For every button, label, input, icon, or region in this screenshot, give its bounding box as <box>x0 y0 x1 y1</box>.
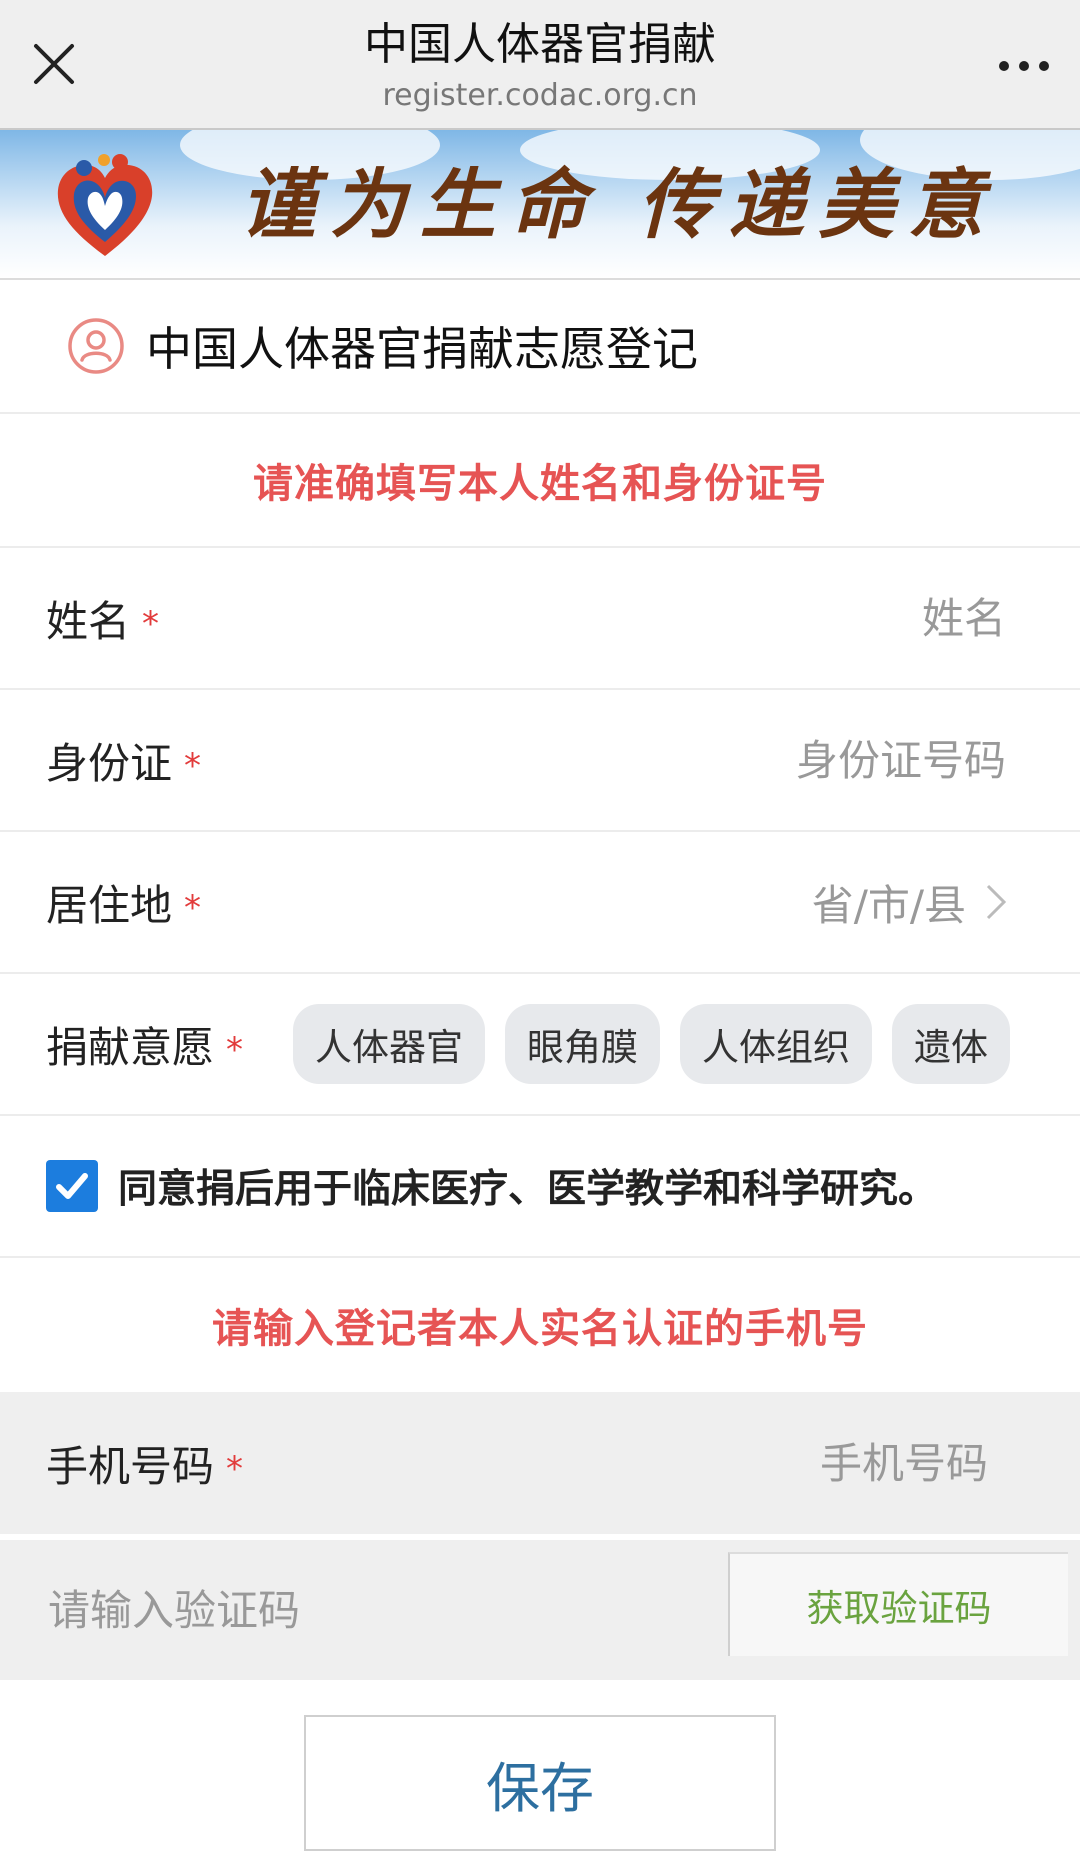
phone-notice: 请输入登记者本人实名认证的手机号 <box>212 1306 868 1352</box>
checkmark-icon <box>56 1173 88 1199</box>
phone-label: 手机号码 * <box>46 1441 244 1491</box>
banner: 谨为生命 传递美意 <box>0 130 1080 280</box>
id-card-input[interactable] <box>201 734 1008 786</box>
option-body-chip[interactable]: 遗体 <box>892 1004 1010 1084</box>
get-code-button[interactable]: 获取验证码 <box>728 1552 1068 1656</box>
option-cornea-chip[interactable]: 眼角膜 <box>505 1004 660 1084</box>
agreement-checkbox[interactable] <box>46 1160 98 1212</box>
registration-header: 中国人体器官捐献志愿登记 <box>0 280 1080 414</box>
codac-logo-icon <box>52 152 158 262</box>
verification-code-row: 获取验证码 <box>0 1540 1080 1680</box>
phone-row: 手机号码 * <box>0 1392 1080 1534</box>
residence-row[interactable]: 居住地 * 省/市/县 <box>0 832 1080 974</box>
option-tissue-chip[interactable]: 人体组织 <box>680 1004 872 1084</box>
page-url: register.codac.org.cn <box>382 78 698 113</box>
donation-options: 人体器官 眼角膜 人体组织 遗体 <box>293 1004 1010 1084</box>
save-area: 保存 <box>0 1680 1080 1855</box>
registration-title: 中国人体器官捐献志愿登记 <box>146 322 698 376</box>
agreement-text: 同意捐后用于临床医疗、医学教学和科学研究。 <box>118 1167 938 1212</box>
option-organs-chip[interactable]: 人体器官 <box>293 1004 485 1084</box>
user-icon <box>68 318 124 374</box>
verification-code-input[interactable] <box>46 1584 700 1636</box>
name-row: 姓名 * <box>0 548 1080 690</box>
more-options-icon[interactable] <box>992 48 1056 84</box>
id-card-row: 身份证 * <box>0 690 1080 832</box>
id-notice: 请准确填写本人姓名和身份证号 <box>0 414 1080 548</box>
top-bar: 中国人体器官捐献 register.codac.org.cn <box>0 0 1080 130</box>
name-input[interactable] <box>159 592 1008 644</box>
required-mark: * <box>184 746 202 786</box>
save-button[interactable]: 保存 <box>304 1715 776 1851</box>
slogan-right: 传递美意 <box>638 160 998 249</box>
required-mark: * <box>226 1449 244 1489</box>
banner-slogan: 谨为生命 传递美意 <box>240 150 998 260</box>
required-mark: * <box>184 888 202 928</box>
slogan-left: 谨为生命 <box>240 160 600 249</box>
required-mark: * <box>142 604 160 644</box>
title-block: 中国人体器官捐献 register.codac.org.cn <box>0 16 1080 116</box>
name-label: 姓名 * <box>46 596 160 646</box>
residence-label: 居住地 * <box>46 880 202 930</box>
chevron-right-icon <box>986 884 1007 920</box>
donation-intent-row: 捐献意愿 * 人体器官 眼角膜 人体组织 遗体 <box>0 974 1080 1116</box>
id-card-label: 身份证 * <box>46 738 202 788</box>
required-mark: * <box>226 1030 244 1070</box>
phone-input[interactable] <box>243 1437 990 1489</box>
residence-picker-value[interactable]: 省/市/县 <box>812 872 966 933</box>
donation-intent-label: 捐献意愿 * <box>46 1022 244 1072</box>
agreement-row: 同意捐后用于临床医疗、医学教学和科学研究。 <box>0 1116 1080 1258</box>
page-title: 中国人体器官捐献 <box>364 19 716 70</box>
